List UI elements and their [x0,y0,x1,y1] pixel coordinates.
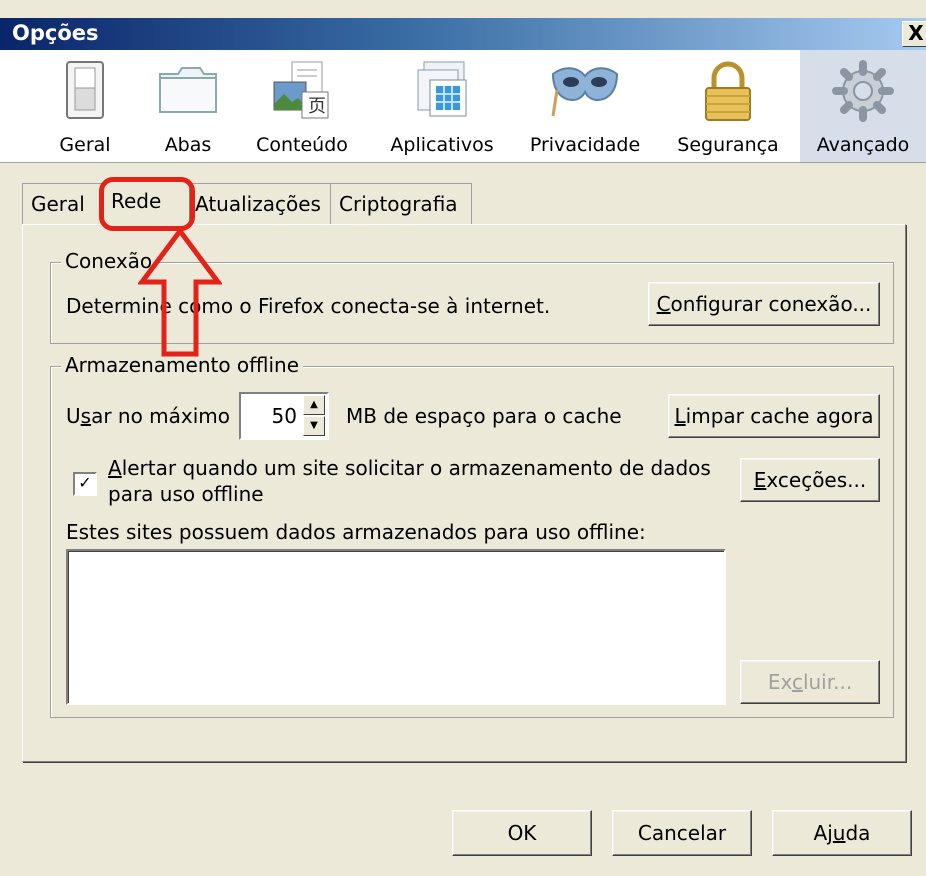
help-button[interactable]: Ajuda [772,810,912,856]
pane-geral[interactable]: Geral [40,50,130,162]
folder-tabs-icon [159,67,217,113]
cache-size-spinner[interactable]: 50 ▲ ▼ [239,392,329,440]
spin-down-button[interactable]: ▼ [303,416,325,436]
pane-conteudo[interactable]: 页 Conteúdo [248,50,356,162]
cancel-button[interactable]: Cancelar [612,810,752,856]
content-icon: 页 [273,61,329,119]
alert-offline-label-line2: para uso offline [108,482,264,506]
alert-offline-checkbox[interactable]: ✓ [73,472,97,496]
pane-seguranca[interactable]: Segurança [668,50,788,162]
red-arrow-annotation [138,228,222,357]
switch-icon [66,61,104,119]
tab-criptografia[interactable]: Criptografia [330,183,472,224]
tab-geral[interactable]: Geral [22,183,102,224]
padlock-icon [705,61,751,121]
ok-button[interactable]: OK [452,810,592,856]
applications-icon [417,61,467,117]
title-bar: Opções X [0,18,926,50]
tab-rede[interactable]: Rede [102,179,190,228]
pane-avancado[interactable]: Avançado [800,50,926,162]
pane-abas-label: Abas [164,134,212,156]
pane-aplicativos[interactable]: Aplicativos [382,50,502,162]
gear-icon [832,60,894,122]
cache-unit-label: MB de espaço para o cache [346,404,622,428]
clear-cache-button[interactable]: Limpar cache agora [668,394,880,438]
tab-atualizacoes[interactable]: Atualizações [186,183,336,224]
pane-seguranca-label: Segurança [677,134,779,156]
preferences-toolbar: Geral Abas 页 Conteúdo Aplicativos Privac… [0,50,926,163]
pane-abas[interactable]: Abas [148,50,228,162]
delete-button[interactable]: Excluir... [740,660,880,704]
alert-offline-label-line1: Alertar quando um site solicitar o armaz… [108,456,711,480]
offline-sites-list[interactable] [66,549,726,705]
pane-geral-label: Geral [59,134,111,156]
configure-connection-button[interactable]: Configurar conexão... [648,282,880,326]
spin-up-button[interactable]: ▲ [303,395,325,415]
offline-sites-label: Estes sites possuem dados armazenados pa… [66,520,646,544]
pane-avancado-label: Avançado [816,134,910,156]
pane-aplicativos-label: Aplicativos [390,134,494,156]
exceptions-button[interactable]: Exceções... [740,458,880,502]
cache-size-value: 50 [271,404,297,428]
pane-conteudo-label: Conteúdo [256,134,348,156]
max-usage-label: Usar no máximo [66,404,231,428]
options-dialog: Opções X Geral Abas 页 Conteúdo Aplicativ… [0,0,926,876]
svg-text:页: 页 [308,96,326,117]
close-button[interactable]: X [902,21,926,47]
pane-privacidade[interactable]: Privacidade [522,50,648,162]
window-title: Opções [12,21,99,45]
mask-icon [551,67,619,117]
pane-privacidade-label: Privacidade [529,134,641,156]
